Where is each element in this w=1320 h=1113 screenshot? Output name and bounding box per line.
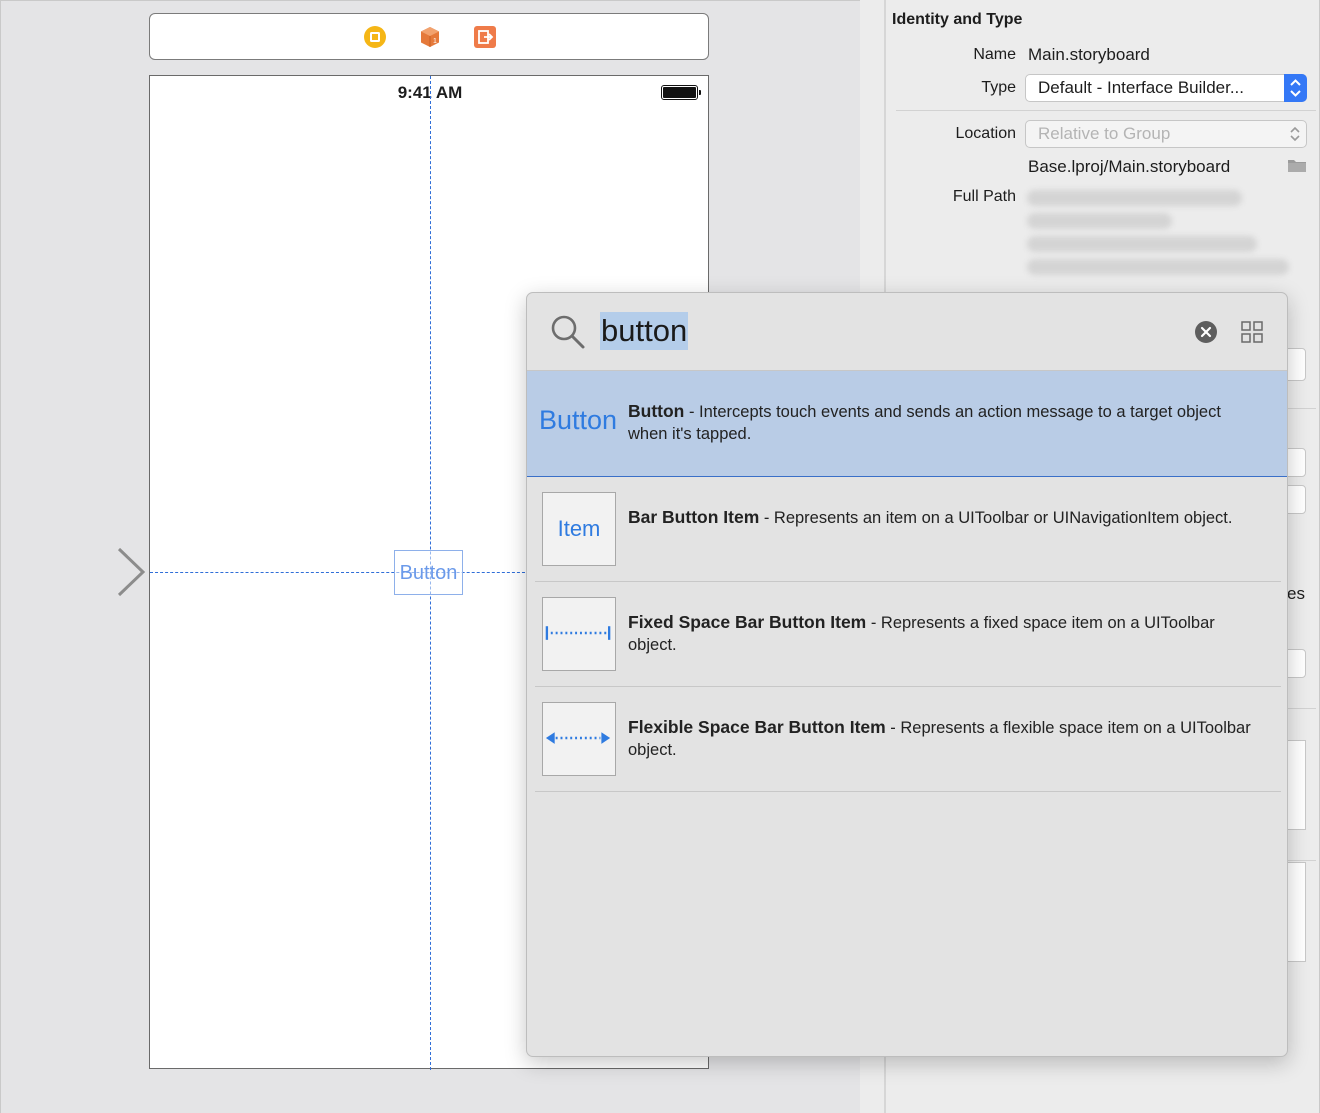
svg-text:1: 1 [433, 38, 437, 45]
library-item-description: Flexible Space Bar Button Item - Represe… [628, 716, 1258, 761]
library-item-description: Button - Intercepts touch events and sen… [628, 400, 1258, 445]
library-item-button[interactable]: Button Button - Intercepts touch events … [527, 371, 1287, 477]
location-label: Location [955, 125, 1017, 142]
exit-icon[interactable] [473, 25, 497, 49]
library-results-list: Button Button - Intercepts touch events … [527, 371, 1287, 792]
location-popup: Relative to Group [1025, 120, 1307, 148]
type-popup-value: Default - Interface Builder... [1038, 78, 1244, 97]
library-item-text: - Represents an item on a UIToolbar or U… [759, 509, 1233, 527]
name-label: Name [973, 46, 1016, 63]
fixed-space-icon [545, 626, 611, 640]
horizontal-center-guide [150, 572, 530, 573]
folder-icon[interactable] [1287, 157, 1307, 173]
inspector-rule [896, 110, 1316, 111]
search-icon [551, 315, 585, 349]
location-path: Base.lproj/Main.storyboard [1028, 157, 1231, 176]
item-preview: Item [557, 516, 601, 541]
library-item-title: Bar Button Item [628, 507, 760, 527]
full-path-redacted [1027, 213, 1172, 229]
location-popup-value: Relative to Group [1038, 124, 1171, 143]
identity-type-title: Identity and Type [892, 11, 1023, 28]
button-preview: Button [539, 405, 618, 435]
full-path-redacted [1027, 236, 1257, 252]
list-divider [535, 791, 1281, 792]
library-item-title: Button [628, 401, 685, 421]
library-item-description: Fixed Space Bar Button Item - Represents… [628, 611, 1258, 656]
library-item-text: - Intercepts touch events and sends an a… [628, 403, 1221, 443]
object-library-popover: button Button Button - Intercepts touch … [526, 292, 1288, 1057]
library-search-bar: button [527, 293, 1287, 371]
library-item-description: Bar Button Item - Represents an item on … [628, 506, 1258, 529]
grid-view-icon[interactable] [1241, 321, 1263, 343]
full-path-redacted [1027, 259, 1289, 275]
full-path-redacted [1027, 190, 1242, 206]
updown-chevron-icon [1290, 126, 1300, 142]
partial-label: es [1287, 584, 1305, 603]
battery-icon [661, 85, 701, 100]
view-controller-icon[interactable] [363, 25, 387, 49]
type-popup-stepper[interactable] [1284, 74, 1307, 102]
updown-chevron-icon [1290, 79, 1301, 97]
name-value[interactable]: Main.storyboard [1028, 45, 1150, 65]
scene-dock: 1 [149, 13, 709, 60]
library-search-input[interactable]: button [600, 312, 689, 350]
library-item-flexible-space[interactable]: Flexible Space Bar Button Item - Represe… [527, 687, 1287, 792]
library-item-bar-button-item[interactable]: Item Bar Button Item - Represents an ite… [527, 477, 1287, 582]
full-path-label: Full Path [952, 188, 1016, 205]
first-responder-icon[interactable]: 1 [418, 25, 442, 49]
bar-button-item-thumbnail: Item [542, 492, 616, 566]
clear-search-icon[interactable] [1194, 320, 1218, 344]
library-item-title: Flexible Space Bar Button Item [628, 717, 886, 737]
library-item-fixed-space[interactable]: Fixed Space Bar Button Item - Represents… [527, 582, 1287, 687]
flexible-space-thumbnail [542, 702, 616, 776]
entry-point-arrow-icon[interactable] [1, 539, 151, 605]
library-item-title: Fixed Space Bar Button Item [628, 612, 867, 632]
type-label: Type [981, 79, 1016, 96]
placed-button[interactable]: Button [394, 550, 463, 595]
flexible-space-icon [545, 732, 611, 744]
fixed-space-thumbnail [542, 597, 616, 671]
type-popup[interactable]: Default - Interface Builder... [1025, 74, 1307, 102]
